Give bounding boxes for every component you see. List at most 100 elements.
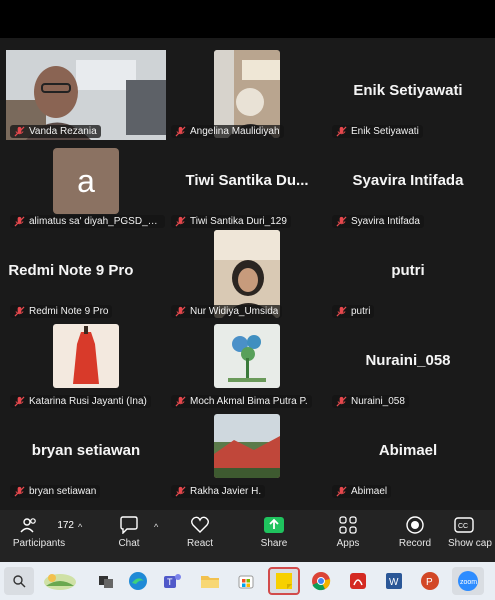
participants-count: 172 — [57, 519, 74, 531]
participant-name: Tiwi Santika Duri_129 — [190, 216, 287, 227]
profile-picture — [214, 324, 280, 388]
sticky-notes-icon[interactable] — [268, 567, 300, 595]
participant-tile-syavira[interactable]: Syavira Intifada Syavira Intifada — [328, 140, 488, 230]
profile-picture — [214, 414, 280, 478]
nameplate: Abimael — [332, 485, 392, 498]
muted-mic-icon — [14, 306, 25, 317]
participant-name: alimatus sa' diyah_PGSD_U... — [29, 216, 161, 227]
chat-button[interactable]: Chat — [94, 516, 164, 549]
participant-name: Moch Akmal Bima Putra P. — [190, 396, 308, 407]
search-icon[interactable] — [4, 567, 34, 595]
record-button[interactable]: Record — [380, 516, 450, 549]
word-icon[interactable]: W — [380, 567, 408, 595]
powerpoint-icon[interactable]: P — [416, 567, 444, 595]
meeting-toolbar: 172 Participants ^ Chat ^ React Share Ap… — [0, 510, 495, 562]
participant-name: putri — [351, 306, 371, 317]
participant-display-name: Enik Setiyawati — [353, 82, 463, 99]
muted-mic-icon — [336, 216, 347, 227]
participant-tile-tiwi[interactable]: Tiwi Santika Du... Tiwi Santika Duri_129 — [167, 140, 327, 230]
show-captions-label: Show cap — [448, 538, 492, 549]
store-icon[interactable] — [232, 567, 260, 595]
muted-mic-icon — [175, 486, 186, 497]
nameplate: Angelina Maulidiyah — [171, 125, 284, 138]
participants-options-caret-icon[interactable]: ^ — [78, 522, 82, 532]
svg-text:T: T — [167, 577, 173, 587]
participant-display-name: Tiwi Santika Du... — [185, 172, 309, 189]
react-label: React — [186, 538, 214, 549]
participant-tile-katarina[interactable]: Katarina Rusi Jayanti (Ina) — [6, 320, 166, 410]
participant-tile-bryan[interactable]: bryan setiawan bryan setiawan — [6, 410, 166, 500]
gallery-grid: Vanda Rezania Angelina Maulidiyah Enik S… — [0, 38, 495, 510]
participant-name: Katarina Rusi Jayanti (Ina) — [29, 396, 147, 407]
react-button[interactable]: React — [165, 516, 235, 549]
nameplate: putri — [332, 305, 375, 318]
participant-display-name: bryan setiawan — [31, 442, 141, 459]
show-captions-button[interactable]: CC Show cap — [448, 516, 495, 549]
participant-tile-abimael[interactable]: Abimael Abimael — [328, 410, 488, 500]
chat-options-caret-icon[interactable]: ^ — [154, 522, 158, 532]
avatar: a — [53, 148, 119, 214]
nameplate: alimatus sa' diyah_PGSD_U... — [10, 215, 165, 228]
participant-tile-akmal[interactable]: Moch Akmal Bima Putra P. — [167, 320, 327, 410]
apps-label: Apps — [336, 538, 360, 549]
nameplate: Syavira Intifada — [332, 215, 424, 228]
nameplate: Tiwi Santika Duri_129 — [171, 215, 291, 228]
nameplate: Moch Akmal Bima Putra P. — [171, 395, 312, 408]
muted-mic-icon — [336, 306, 347, 317]
nameplate: Vanda Rezania — [10, 125, 101, 138]
participant-display-name: . Redmi Note 9 Pro — [6, 262, 134, 279]
chat-icon — [120, 516, 138, 534]
share-label: Share — [260, 538, 288, 549]
participant-name: Redmi Note 9 Pro — [29, 306, 109, 317]
participant-name: Abimael — [351, 486, 388, 497]
share-screen-icon — [264, 517, 284, 533]
participant-tile-vanda[interactable]: Vanda Rezania — [6, 50, 166, 140]
task-view-icon[interactable] — [92, 567, 120, 595]
svg-text:zoom: zoom — [460, 579, 477, 586]
participant-name: Rakha Javier H. — [190, 486, 262, 497]
muted-mic-icon — [336, 396, 347, 407]
muted-mic-icon — [14, 396, 25, 407]
captions-icon: CC — [454, 517, 474, 533]
edge-icon[interactable] — [124, 567, 152, 595]
acrobat-icon[interactable] — [344, 567, 372, 595]
muted-mic-icon — [14, 486, 25, 497]
participant-name: Nuraini_058 — [351, 396, 405, 407]
teams-icon[interactable]: T — [158, 567, 186, 595]
muted-mic-icon — [14, 216, 25, 227]
nameplate: Enik Setiyawati — [332, 125, 423, 138]
share-button[interactable]: Share — [239, 516, 309, 549]
participant-tile-angelina[interactable]: Angelina Maulidiyah — [167, 50, 327, 140]
record-icon — [406, 516, 424, 534]
nameplate: bryan setiawan — [10, 485, 101, 498]
chrome-icon[interactable] — [307, 567, 335, 595]
participant-name: Nur Widiya_Umsida — [190, 306, 279, 317]
muted-mic-icon — [175, 216, 186, 227]
nameplate: Katarina Rusi Jayanti (Ina) — [10, 395, 151, 408]
participant-tile-rakha[interactable]: Rakha Javier H. — [167, 410, 327, 500]
top-bar — [0, 0, 495, 38]
participant-tile-nur-widiya[interactable]: Nur Widiya_Umsida — [167, 230, 327, 320]
participants-label: Participants — [12, 538, 66, 549]
participants-button[interactable]: 172 Participants — [4, 516, 74, 549]
participant-name: Angelina Maulidiyah — [190, 126, 280, 137]
apps-button[interactable]: Apps — [313, 516, 383, 549]
zoom-icon[interactable]: zoom — [452, 567, 484, 595]
nameplate: Nuraini_058 — [332, 395, 409, 408]
participant-display-name: putri — [391, 262, 425, 279]
windows-taskbar: T W P zoom — [0, 562, 495, 600]
participant-tile-enik[interactable]: Enik Setiyawati Enik Setiyawati — [328, 50, 488, 140]
muted-mic-icon — [14, 126, 25, 137]
participant-name: bryan setiawan — [29, 486, 97, 497]
participant-tile-putri[interactable]: putri putri — [328, 230, 488, 320]
participant-tile-nuraini[interactable]: Nuraini_058 Nuraini_058 — [328, 320, 488, 410]
heart-icon — [191, 516, 209, 533]
muted-mic-icon — [336, 486, 347, 497]
weather-icon[interactable] — [40, 567, 80, 595]
file-explorer-icon[interactable] — [196, 567, 224, 595]
participant-tile-redmi[interactable]: . Redmi Note 9 Pro Redmi Note 9 Pro — [6, 230, 166, 320]
profile-picture — [53, 324, 119, 388]
nameplate: Rakha Javier H. — [171, 485, 266, 498]
participant-tile-alimatus[interactable]: a alimatus sa' diyah_PGSD_U... — [6, 140, 166, 230]
muted-mic-icon — [175, 126, 186, 137]
